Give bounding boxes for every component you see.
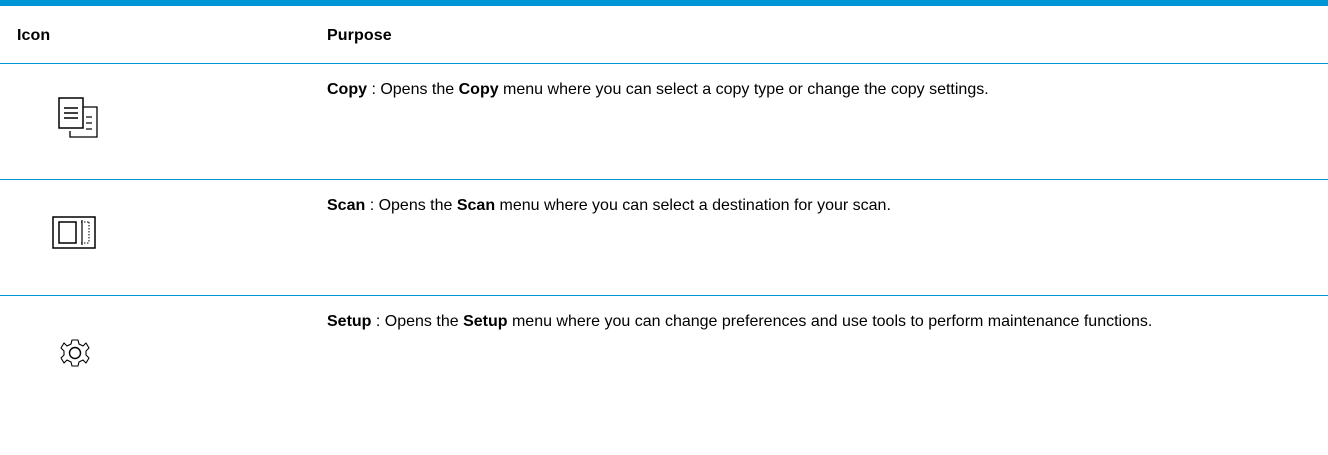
table-row-scan: Scan : Opens the Scan menu where you can… [0,180,1328,296]
copy-desc: menu where you can select a copy type or… [498,81,989,98]
header-icon: Icon [17,27,51,44]
setup-sep: : Opens the [371,313,464,330]
copy-icon [46,87,126,147]
copy-sep: : Opens the [367,81,459,98]
setup-menu: Setup [463,313,508,330]
setup-desc: menu where you can change preferences an… [507,313,1153,330]
purpose-scan: Scan : Opens the Scan menu where you can… [327,195,1317,217]
table-header-row: Icon Purpose [0,6,1328,64]
gear-icon [46,323,126,383]
setup-name: Setup [327,313,372,330]
scan-name: Scan [327,197,366,214]
header-purpose: Purpose [327,27,392,44]
copy-name: Copy [327,81,367,98]
scan-icon [46,202,126,262]
purpose-setup: Setup : Opens the Setup menu where you c… [327,311,1317,333]
icon-purpose-table: Icon Purpose Copy : Opens the Copy menu … [0,0,1328,416]
scan-sep: : Opens the [365,197,457,214]
scan-desc: menu where you can select a destination … [495,197,891,214]
table-row-copy: Copy : Opens the Copy menu where you can… [0,64,1328,180]
scan-menu: Scan [456,197,496,214]
copy-menu: Copy [458,81,499,98]
table-row-setup: Setup : Opens the Setup menu where you c… [0,296,1328,416]
purpose-copy: Copy : Opens the Copy menu where you can… [327,79,1317,101]
